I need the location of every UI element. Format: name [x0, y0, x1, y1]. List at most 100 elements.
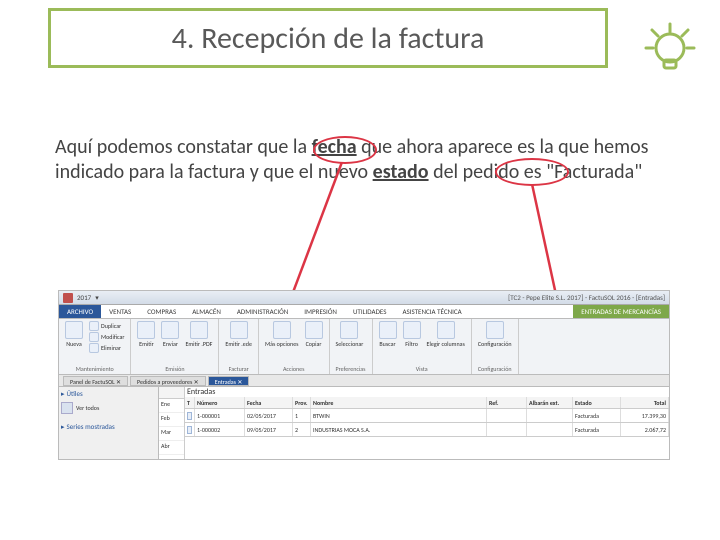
cell-ref — [487, 409, 527, 422]
tab-archivo[interactable]: ARCHIVO — [59, 305, 101, 318]
filtro-button[interactable]: Filtro — [403, 321, 421, 348]
cell-nombre: INDUSTRIAS MOCA S.A. — [311, 423, 487, 436]
cell-total: 2.067,72 — [621, 423, 669, 436]
ribbon-group-label: Acciones — [265, 364, 323, 374]
columns-icon — [437, 321, 455, 339]
body-area: ▸Útiles Ver todos ▸Series mostradas Ene … — [59, 387, 669, 459]
col-prov[interactable]: Prov. — [293, 397, 311, 408]
year-selector[interactable]: 2017 — [77, 293, 91, 302]
cell-albaran — [527, 409, 573, 422]
select-icon — [340, 321, 358, 339]
tab-almacen[interactable]: ALMACÉN — [184, 305, 229, 318]
grid-title: Entradas — [185, 387, 669, 397]
delete-icon — [89, 343, 99, 353]
ede-icon — [230, 321, 248, 339]
table-row[interactable]: 1-000001 02/05/2017 1 BTWIN Facturada 17… — [185, 409, 669, 423]
emitir-button[interactable]: Emitir — [137, 321, 155, 348]
eliminar-button[interactable]: Eliminar — [89, 343, 124, 353]
document-tabs: Panel de FactuSOL ✕ Pedidos a proveedore… — [59, 375, 669, 387]
col-fecha[interactable]: Fecha — [245, 397, 293, 408]
ribbon-group-mantenimiento: Nueva Duplicar Modificar Eliminar Manten… — [59, 319, 131, 374]
doc-tab-pedidos[interactable]: Pedidos a proveedores ✕ — [130, 376, 206, 386]
col-ref[interactable]: Ref. — [487, 397, 527, 408]
new-icon — [65, 321, 83, 339]
col-nombre[interactable]: Nombre — [311, 397, 487, 408]
table-row[interactable]: 1-000002 09/05/2017 2 INDUSTRIAS MOCA S.… — [185, 423, 669, 437]
tab-compras[interactable]: COMPRAS — [139, 305, 184, 318]
modificar-button[interactable]: Modificar — [89, 332, 124, 342]
side-section-utiles[interactable]: ▸Útiles — [61, 389, 156, 398]
cell-nombre: BTWIN — [311, 409, 487, 422]
col-estado[interactable]: Estado — [573, 397, 621, 408]
cell-fecha: 02/05/2017 — [245, 409, 293, 422]
slide-title-box: 4. Recepción de la factura — [48, 8, 608, 68]
cell-estado: Facturada — [573, 409, 621, 422]
text-part: Aquí podemos constatar que la — [55, 135, 312, 159]
qat-icon[interactable]: ▾ — [95, 293, 99, 302]
side-section-series[interactable]: ▸Series mostradas — [61, 422, 156, 431]
cell-prov: 2 — [293, 423, 311, 436]
emitir-pdf-button[interactable]: Emitir .PDF — [185, 321, 212, 348]
copy-icon — [305, 321, 323, 339]
lightbulb-icon — [640, 22, 700, 82]
slide-title: 4. Recepción de la factura — [172, 20, 485, 57]
ribbon-group-emision: Emitir Enviar Emitir .PDF Emisión — [131, 319, 219, 374]
seleccionar-button[interactable]: Seleccionar — [336, 321, 364, 348]
enviar-button[interactable]: Enviar — [161, 321, 179, 348]
doc-tab-panel[interactable]: Panel de FactuSOL ✕ — [63, 376, 128, 386]
gear-icon — [486, 321, 504, 339]
pdf-icon — [190, 321, 208, 339]
col-total[interactable]: Total — [621, 397, 669, 408]
tab-entradas-mercancias[interactable]: ENTRADAS DE MERCANCÍAS — [573, 305, 669, 318]
duplicar-button[interactable]: Duplicar — [89, 321, 124, 331]
cell-fecha: 09/05/2017 — [245, 423, 293, 436]
window-title: [TC2 - Pepe Elite S.L. 2017] - FactuSOL … — [508, 293, 665, 302]
callout-circle-estado — [495, 158, 569, 186]
ribbon-group-label: Mantenimiento — [65, 364, 124, 374]
estado-word: estado — [373, 160, 429, 184]
callout-circle-fecha — [313, 136, 377, 164]
duplicate-icon — [89, 321, 99, 331]
tab-ventas[interactable]: VENTAS — [101, 305, 139, 318]
emitir-ede-button[interactable]: Emitir .ede — [225, 321, 252, 348]
month-ene[interactable]: Ene — [159, 399, 184, 413]
ribbon: Nueva Duplicar Modificar Eliminar Manten… — [59, 319, 669, 375]
ribbon-group-label: Preferencias — [336, 364, 366, 374]
main-panel: Ene Feb Mar Abr Entradas T Número Fecha … — [159, 387, 669, 459]
doc-icon — [187, 426, 192, 434]
view-icon — [61, 402, 73, 414]
doc-icon — [187, 412, 192, 420]
ribbon-group-acciones: Más opciones Copiar Acciones — [259, 319, 330, 374]
ribbon-group-vista: Buscar Filtro Elegir columnas Vista — [373, 319, 472, 374]
month-abr[interactable]: Abr — [159, 441, 184, 455]
data-grid: Entradas T Número Fecha Prov. Nombre Ref… — [185, 387, 669, 459]
col-numero[interactable]: Número — [195, 397, 245, 408]
month-mar[interactable]: Mar — [159, 427, 184, 441]
tab-impresion[interactable]: IMPRESIÓN — [296, 305, 345, 318]
doc-tab-entradas[interactable]: Entradas ✕ — [208, 376, 250, 386]
tab-administracion[interactable]: ADMINISTRACIÓN — [229, 305, 296, 318]
mas-opciones-button[interactable]: Más opciones — [265, 321, 299, 348]
grid-header-row: T Número Fecha Prov. Nombre Ref. Albarán… — [185, 397, 669, 409]
config-button[interactable]: Configuración — [478, 321, 512, 348]
columnas-button[interactable]: Elegir columnas — [427, 321, 465, 348]
search-icon — [379, 321, 397, 339]
cell-prov: 1 — [293, 409, 311, 422]
nueva-button[interactable]: Nueva — [65, 321, 83, 353]
side-ver-todos[interactable]: Ver todos — [61, 400, 156, 416]
month-feb[interactable]: Feb — [159, 413, 184, 427]
tab-utilidades[interactable]: UTILIDADES — [345, 305, 395, 318]
ribbon-group-label: Facturar — [225, 364, 252, 374]
col-albaran[interactable]: Albarán ext. — [527, 397, 573, 408]
cell-numero: 1-000001 — [195, 409, 245, 422]
cell-estado: Facturada — [573, 423, 621, 436]
col-t[interactable]: T — [185, 397, 195, 408]
copiar-button[interactable]: Copiar — [305, 321, 323, 348]
ribbon-group-facturar: Emitir .ede Facturar — [219, 319, 259, 374]
cell-numero: 1-000002 — [195, 423, 245, 436]
more-icon — [273, 321, 291, 339]
month-header — [159, 387, 184, 399]
tab-asistencia[interactable]: ASISTENCIA TÉCNICA — [394, 305, 469, 318]
buscar-button[interactable]: Buscar — [379, 321, 397, 348]
month-column: Ene Feb Mar Abr — [159, 387, 185, 459]
